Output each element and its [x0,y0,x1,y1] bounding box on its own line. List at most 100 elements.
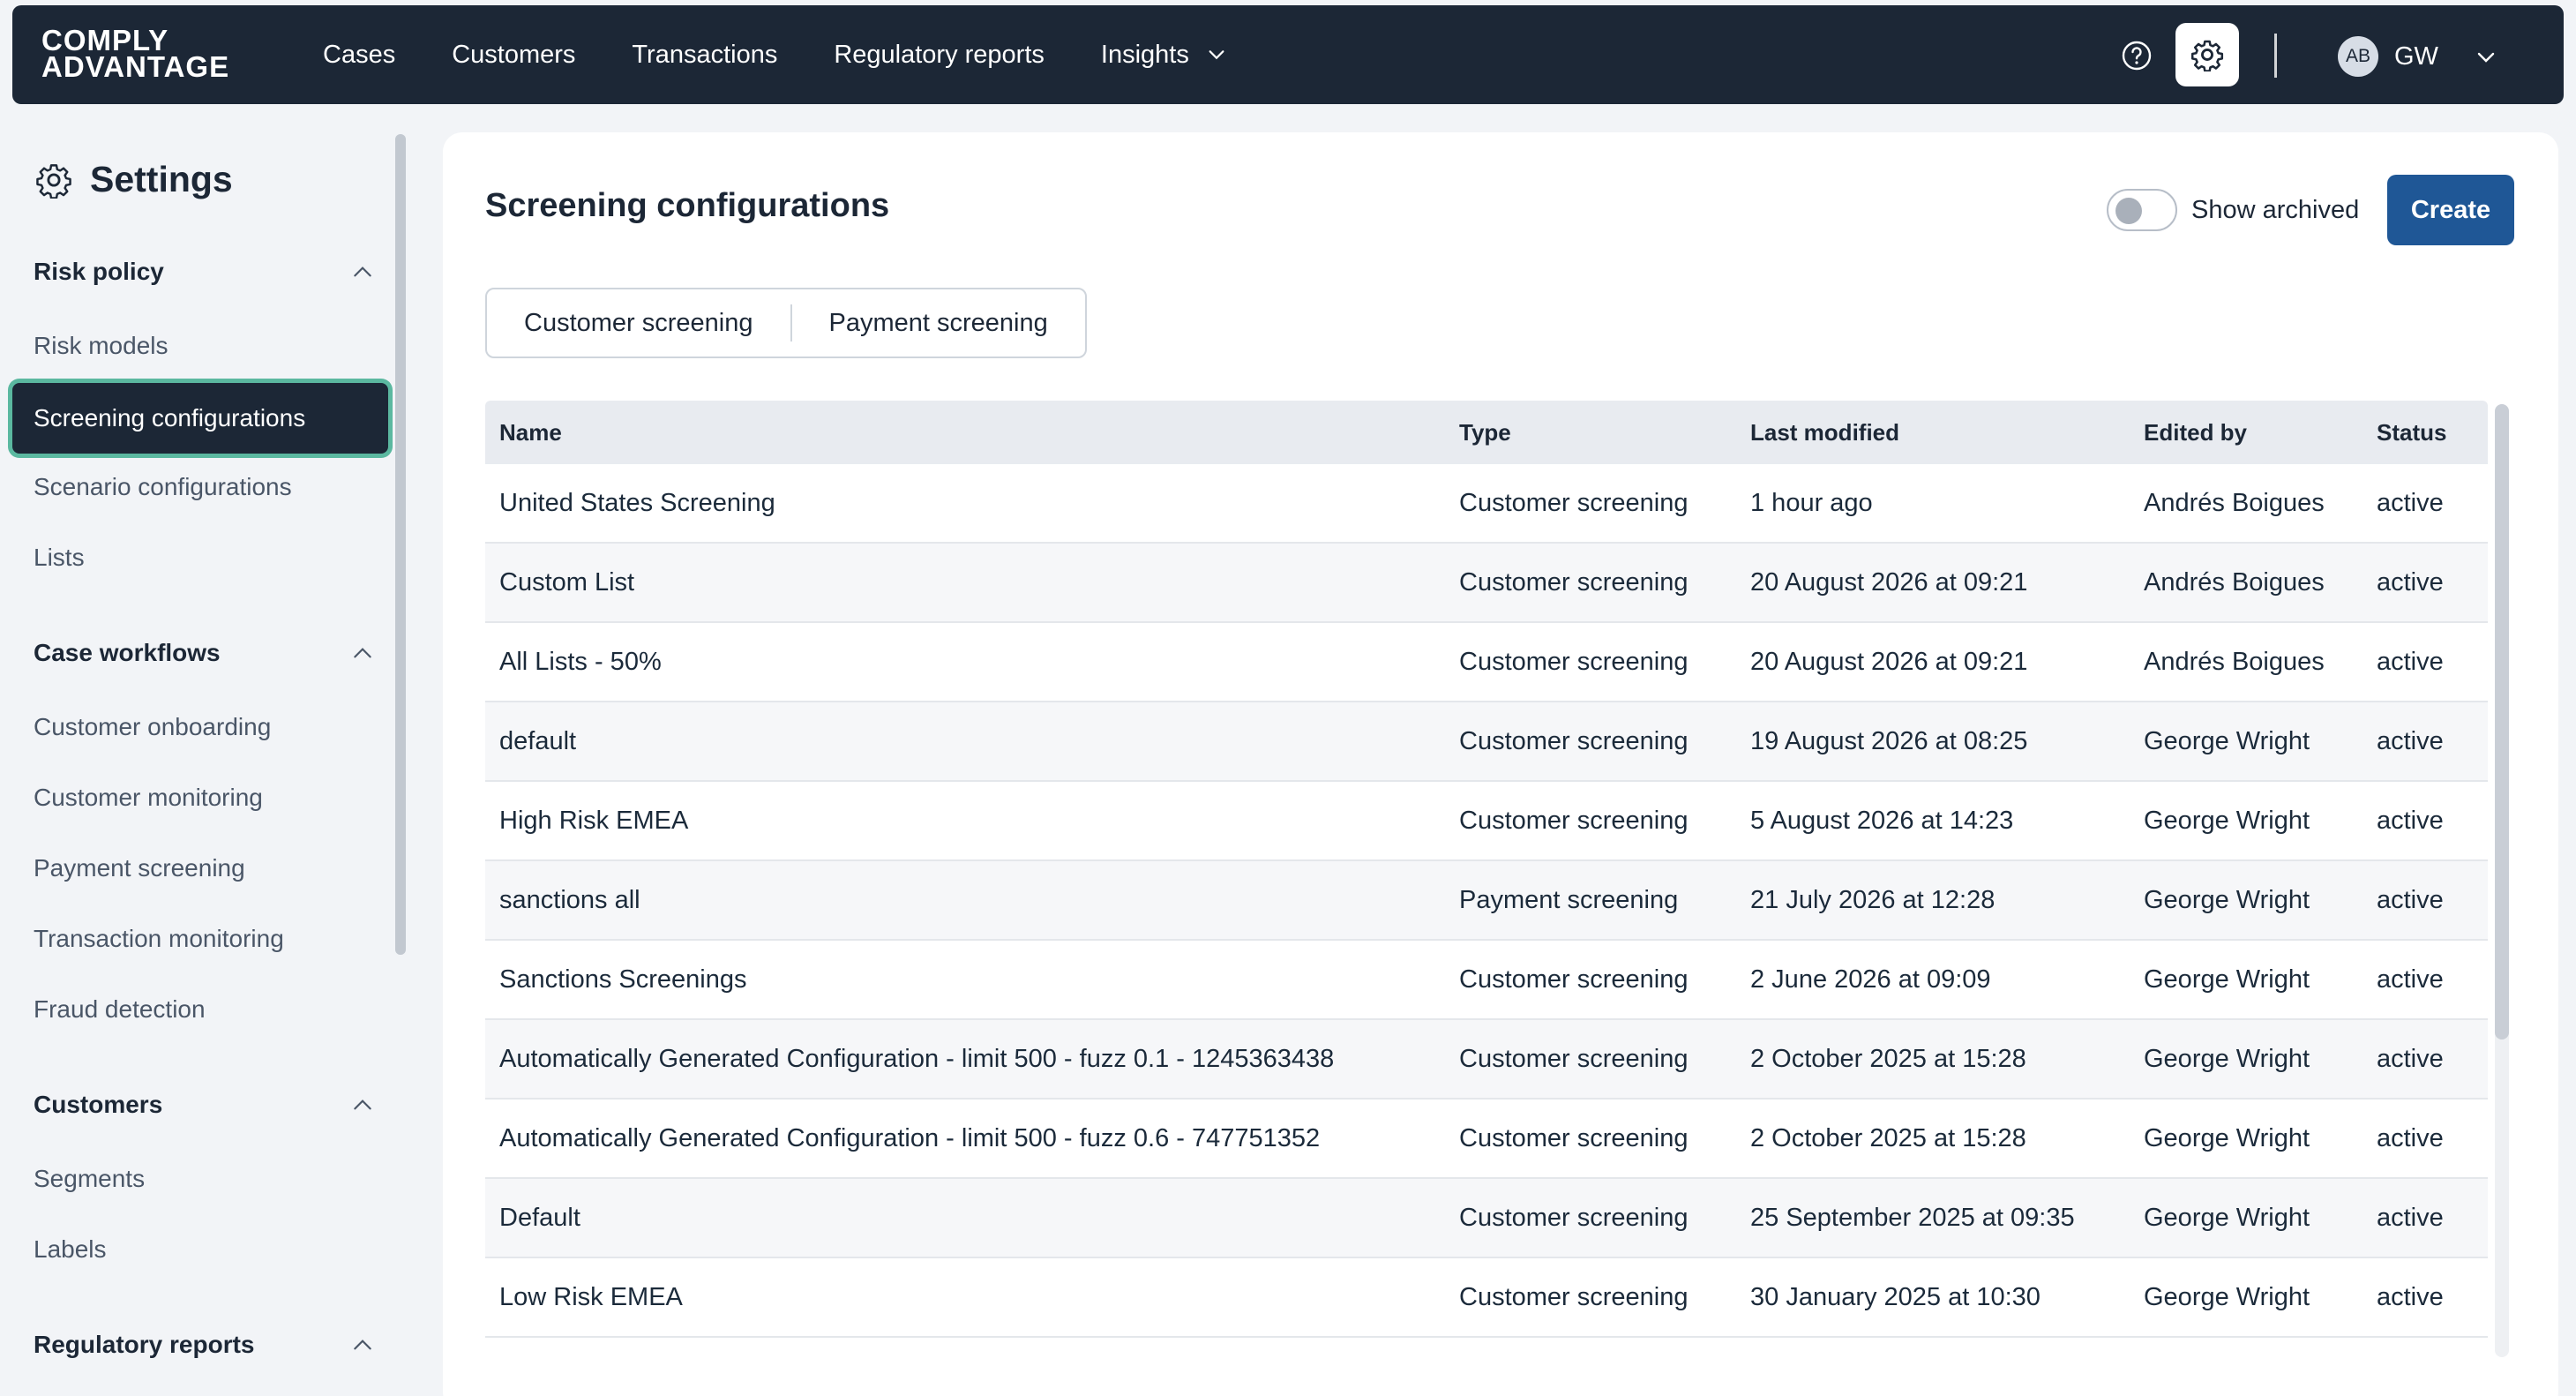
sidebar-item-segments[interactable]: Segments [34,1165,145,1193]
user-menu-chevron-icon[interactable] [2475,47,2497,68]
cell-type: Customer screening [1459,964,1689,994]
cell-edited-by: George Wright [2144,726,2310,755]
table-row[interactable]: Sanctions Screenings Customer screening 2 … [485,941,2488,1020]
cell-last-modified: 21 July 2026 at 12:28 [1750,885,1996,914]
nav-cases[interactable]: Cases [323,41,395,70]
table-row[interactable]: default Customer screening 19 August 2026 … [485,702,2488,782]
cell-status: active [2377,964,2444,994]
table-row[interactable]: United States Screening Customer screenin… [485,464,2488,544]
cell-last-modified: 19 August 2026 at 08:25 [1750,726,2028,755]
sidebar-item-lists[interactable]: Lists [34,544,85,572]
cell-status: active [2377,488,2444,517]
cell-status: active [2377,1203,2444,1232]
cell-name: High Risk EMEA [499,806,689,835]
sidebar-group-risk-policy[interactable]: Risk policy [34,258,374,286]
sidebar-item-customer-onboarding[interactable]: Customer onboarding [34,713,271,741]
settings-sidebar: Settings Risk policy Risk models Screeni… [0,124,388,1396]
help-icon[interactable] [2121,40,2153,71]
create-button[interactable]: Create [2387,175,2514,245]
table-row[interactable]: Low Risk EMEA Customer screening 30 Januar… [485,1258,2488,1338]
cell-last-modified: 20 August 2026 at 09:21 [1750,647,2028,676]
cell-name: Default [499,1203,580,1232]
table-row[interactable]: Automatically Generated Configuration - … [485,1020,2488,1100]
sidebar-item-transaction-monitoring[interactable]: Transaction monitoring [34,925,284,953]
cell-last-modified: 2 October 2025 at 15:28 [1750,1044,2026,1073]
sidebar-item-screening-configurations[interactable]: Screening configurations [12,383,388,454]
screening-type-tabs: Customer screening Payment screening [485,288,1087,358]
sidebar-item-scenario-configurations[interactable]: Scenario configurations [34,473,292,501]
cell-last-modified: 5 August 2026 at 14:23 [1750,806,2014,835]
sidebar-scrollbar-thumb[interactable] [395,134,406,955]
sidebar-item-fraud-detection[interactable]: Fraud detection [34,995,206,1024]
chevron-up-icon [354,266,371,277]
chevron-up-icon [354,1100,371,1110]
sidebar-group-customers[interactable]: Customers [34,1091,374,1119]
table-row[interactable]: High Risk EMEA Customer screening 5 August… [485,782,2488,861]
cell-last-modified: 30 January 2025 at 10:30 [1750,1282,2041,1311]
page-title: Screening configurations [485,187,890,224]
cell-name: default [499,726,577,755]
settings-button[interactable] [2175,23,2239,86]
cell-name: Custom List [499,567,635,597]
cell-type: Customer screening [1459,488,1689,517]
logo-line-2: ADVANTAGE [41,50,230,83]
table-row[interactable]: All Lists - 50% Customer screening 20 Augu… [485,623,2488,702]
cell-edited-by: George Wright [2144,885,2310,914]
gear-icon [2190,40,2224,71]
cell-type: Payment screening [1459,885,1679,914]
cell-last-modified: 20 August 2026 at 09:21 [1750,567,2028,597]
table-row[interactable]: Automatically Generated Configuration - … [485,1100,2488,1179]
cell-type: Customer screening [1459,567,1689,597]
logo[interactable]: COMPLY ADVANTAGE [41,26,230,83]
column-header-name[interactable]: Name [485,419,1459,447]
nav-insights[interactable]: Insights [1101,41,1226,70]
table-row[interactable]: Default Customer screening 25 September 20… [485,1179,2488,1258]
show-archived-toggle[interactable] [2107,189,2177,231]
gear-icon [36,163,71,199]
table-row[interactable]: Custom List Customer screening 20 August 2… [485,544,2488,623]
cell-last-modified: 2 October 2025 at 15:28 [1750,1123,2026,1152]
sidebar-item-labels[interactable]: Labels [34,1235,107,1264]
cell-status: active [2377,885,2444,914]
tab-customer-screening[interactable]: Customer screening [487,289,790,357]
cell-type: Customer screening [1459,1282,1689,1311]
nav-regulatory-reports[interactable]: Regulatory reports [834,41,1045,70]
table-header: Name Type Last modified Edited by Status [485,401,2488,464]
nav-divider [2274,34,2277,78]
cell-type: Customer screening [1459,647,1689,676]
sidebar-item-risk-models[interactable]: Risk models [34,332,168,360]
toggle-knob [2115,198,2142,224]
column-header-status[interactable]: Status [2377,419,2482,447]
show-archived-label[interactable]: Show archived [2191,196,2359,225]
cell-edited-by: Andrés Boigues [2144,488,2325,517]
nav-transactions[interactable]: Transactions [632,41,777,70]
cell-last-modified: 25 September 2025 at 09:35 [1750,1203,2075,1232]
user-initials[interactable]: GW [2394,42,2438,71]
cell-type: Customer screening [1459,806,1689,835]
tab-payment-screening[interactable]: Payment screening [792,289,1085,357]
sidebar-group-label: Case workflows [34,639,221,666]
cell-edited-by: Andrés Boigues [2144,567,2325,597]
sidebar-group-case-workflows[interactable]: Case workflows [34,639,374,667]
table-scrollbar-thumb[interactable] [2495,404,2509,1039]
cell-name: Automatically Generated Configuration - … [499,1123,1321,1152]
chevron-up-icon [354,648,371,658]
cell-edited-by: Andrés Boigues [2144,647,2325,676]
sidebar-item-customer-monitoring[interactable]: Customer monitoring [34,784,263,812]
sidebar-group-regulatory-reports[interactable]: Regulatory reports [34,1331,374,1359]
column-header-edited-by[interactable]: Edited by [2144,419,2377,447]
sidebar-item-payment-screening[interactable]: Payment screening [34,854,245,882]
chevron-down-icon [1209,50,1224,60]
cell-name: United States Screening [499,488,775,517]
nav-customers[interactable]: Customers [452,41,575,70]
table-row[interactable]: sanctions all Payment screening 21 July 20… [485,861,2488,941]
column-header-last-modified[interactable]: Last modified [1750,419,2144,447]
cell-type: Customer screening [1459,726,1689,755]
cell-status: active [2377,567,2444,597]
cell-name: Low Risk EMEA [499,1282,683,1311]
avatar[interactable]: AB [2338,36,2378,77]
cell-name: All Lists - 50% [499,647,662,676]
configurations-table: Name Type Last modified Edited by Status… [485,401,2488,1338]
cell-status: active [2377,806,2444,835]
column-header-type[interactable]: Type [1459,419,1750,447]
